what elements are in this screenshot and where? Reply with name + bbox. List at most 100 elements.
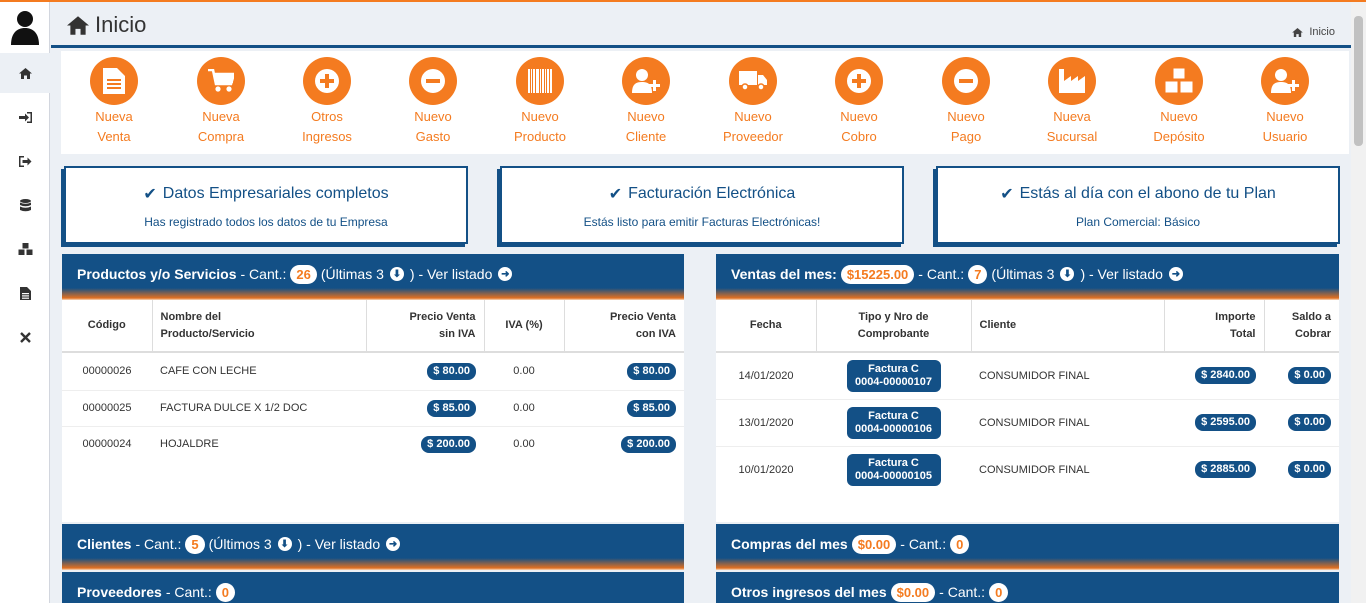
column-header: IVA (%) [484, 300, 565, 353]
status-card-datos-empresariales: ✔ Datos Empresariales completos Has regis… [64, 166, 468, 244]
sidebar [0, 2, 50, 603]
truck-icon [729, 57, 777, 105]
proveedores-count-badge: 0 [215, 582, 235, 602]
quick-action-nuevo-deposito[interactable]: Nuevo Depósito [1129, 57, 1229, 147]
arrow-circle-down-icon[interactable]: ⬇ [277, 537, 292, 551]
sidebar-cubes-icon[interactable] [0, 229, 50, 269]
arrow-circle-down-icon[interactable]: ⬇ [389, 267, 404, 281]
productos-panel-header: Productos y/o Servicios - Cant.: 26 (Últ… [62, 254, 684, 300]
quick-action-nuevo-proveedor[interactable]: Nuevo Proveedor [703, 57, 803, 147]
arrow-circle-down-icon[interactable]: ⬇ [1060, 267, 1075, 281]
ventas-panel: Ventas del mes: $15225.00 - Cant.: 7 (Úl… [716, 254, 1339, 522]
clientes-ver-listado-link[interactable]: ) - Ver listado [298, 536, 380, 552]
table-header-row: Código Nombre del Producto/Servicio Preci… [62, 300, 684, 353]
user-plus-icon [1261, 57, 1309, 105]
comprobante-badge[interactable]: Factura C 0004-00000106 [846, 406, 941, 439]
importe-badge: $ 2885.00 [1195, 461, 1256, 479]
price-badge: $ 80.00 [627, 362, 676, 380]
price-badge: $ 85.00 [427, 399, 476, 417]
clientes-panel: Clientes - Cant.: 5 (Últimos 3 ⬇ ) - Ver… [62, 524, 684, 570]
file-text-icon [90, 57, 138, 105]
sidebar-sign-in-icon[interactable] [0, 97, 50, 137]
column-header: Precio Venta sin IVA [366, 300, 485, 353]
cubes-icon [1155, 57, 1203, 105]
quick-action-nuevo-pago[interactable]: Nuevo Pago [916, 57, 1016, 147]
quick-action-nuevo-cliente[interactable]: Nuevo Cliente [596, 57, 696, 147]
column-header: Importe Total [1164, 300, 1265, 353]
scrollbar-thumb[interactable] [1354, 16, 1363, 146]
status-card-facturacion: ✔ Facturación Electrónica Estás listo par… [500, 166, 904, 244]
proveedores-panel: Proveedores - Cant.: 0 [62, 572, 684, 603]
page-header: Inicio Inicio [51, 2, 1351, 48]
table-row[interactable]: 00000026 CAFE CON LECHE $ 80.00 0.00 $ 8… [62, 351, 684, 390]
arrow-circle-right-icon[interactable]: ➜ [498, 267, 513, 281]
quick-action-otros-ingresos[interactable]: Otros Ingresos [277, 57, 377, 147]
minus-circle-icon [942, 57, 990, 105]
breadcrumb[interactable]: Inicio [1292, 26, 1335, 38]
user-plus-icon [622, 57, 670, 105]
table-row[interactable]: 10/01/2020 Factura C 0004-00000105 CONSUM… [716, 445, 1339, 493]
plus-circle-icon [303, 57, 351, 105]
column-header: Nombre del Producto/Servicio [152, 300, 367, 353]
breadcrumb-item[interactable]: Inicio [1309, 26, 1335, 38]
column-header: Tipo y Nro de Comprobante [816, 300, 972, 353]
importe-badge: $ 2840.00 [1195, 367, 1256, 385]
quick-action-nueva-venta[interactable]: Nueva Venta [64, 57, 164, 147]
check-icon: ✔ [1000, 186, 1014, 203]
home-icon [1292, 27, 1304, 37]
vertical-scrollbar[interactable] [1351, 2, 1366, 603]
quick-action-nueva-compra[interactable]: Nueva Compra [171, 57, 271, 147]
plus-circle-icon [835, 57, 883, 105]
table-row[interactable]: 14/01/2020 Factura C 0004-00000107 CONSUM… [716, 351, 1339, 399]
saldo-badge: $ 0.00 [1288, 461, 1331, 479]
sidebar-database-icon[interactable] [0, 185, 50, 225]
status-card-abono-plan: ✔ Estás al día con el abono de tu Plan Pl… [936, 166, 1340, 244]
quick-actions-bar: Nueva Venta Nueva Compra Otros Ingresos Nue… [61, 51, 1349, 154]
column-header: Precio Venta con IVA [564, 300, 684, 353]
page-title: Inicio [67, 12, 146, 38]
comprobante-badge[interactable]: Factura C 0004-00000107 [846, 359, 941, 392]
ventas-total-badge: $15225.00 [840, 264, 915, 284]
column-header: Saldo a Cobrar [1264, 300, 1339, 353]
price-badge: $ 85.00 [627, 399, 676, 417]
arrow-circle-right-icon[interactable]: ➜ [386, 537, 401, 551]
importe-badge: $ 2595.00 [1195, 414, 1256, 431]
arrow-circle-right-icon[interactable]: ➜ [1168, 267, 1183, 281]
quick-action-nuevo-producto[interactable]: Nuevo Producto [490, 57, 590, 147]
check-icon: ✔ [608, 186, 623, 203]
otros-ingresos-panel: Otros ingresos del mes $0.00 - Cant.: 0 [716, 572, 1339, 603]
sidebar-sign-out-icon[interactable] [0, 141, 50, 181]
quick-action-nuevo-usuario[interactable]: Nuevo Usuario [1235, 57, 1335, 147]
table-row[interactable]: 13/01/2020 Factura C 0004-00000106 CONSUM… [716, 398, 1339, 446]
ventas-count-badge: 7 [968, 264, 988, 284]
quick-action-nuevo-cobro[interactable]: Nuevo Cobro [809, 57, 909, 147]
comprobante-badge[interactable]: Factura C 0004-00000105 [846, 453, 941, 486]
user-avatar-icon[interactable] [10, 9, 40, 45]
quick-action-nueva-sucursal[interactable]: Nueva Sucursal [1022, 57, 1122, 147]
table-row[interactable]: 00000025 FACTURA DULCE X 1/2 DOC $ 85.00… [62, 389, 684, 426]
table-row[interactable]: 00000024 HOJALDRE $ 200.00 0.00 $ 200.00 [62, 425, 684, 462]
table-header-row: Fecha Tipo y Nro de Comprobante Cliente I… [716, 300, 1339, 353]
sidebar-close-icon[interactable] [0, 317, 50, 357]
column-header: Fecha [716, 300, 817, 353]
home-icon [67, 15, 89, 35]
industry-icon [1048, 57, 1096, 105]
productos-count-badge: 26 [290, 264, 317, 284]
main-content: Inicio Inicio Nueva Venta Nueva Compra Otr… [51, 2, 1351, 603]
otros-ingresos-panel-header: Otros ingresos del mes $0.00 - Cant.: 0 [716, 572, 1339, 603]
sidebar-home-icon[interactable] [0, 53, 50, 93]
price-badge: $ 200.00 [621, 435, 676, 453]
proveedores-panel-header: Proveedores - Cant.: 0 [62, 572, 684, 603]
compras-total-badge: $0.00 [851, 534, 897, 554]
quick-action-nuevo-gasto[interactable]: Nuevo Gasto [383, 57, 483, 147]
productos-ver-listado-link[interactable]: ) - Ver listado [410, 266, 492, 282]
sidebar-file-icon[interactable] [0, 273, 50, 313]
cart-icon [197, 57, 245, 105]
barcode-icon [516, 57, 564, 105]
ventas-ver-listado-link[interactable]: ) - Ver listado [1080, 266, 1162, 282]
otros-ingresos-total-badge: $0.00 [890, 582, 936, 602]
productos-table: Código Nombre del Producto/Servicio Preci… [62, 300, 684, 462]
saldo-badge: $ 0.00 [1288, 367, 1331, 385]
clientes-count-badge: 5 [185, 534, 205, 554]
saldo-badge: $ 0.00 [1288, 414, 1331, 431]
